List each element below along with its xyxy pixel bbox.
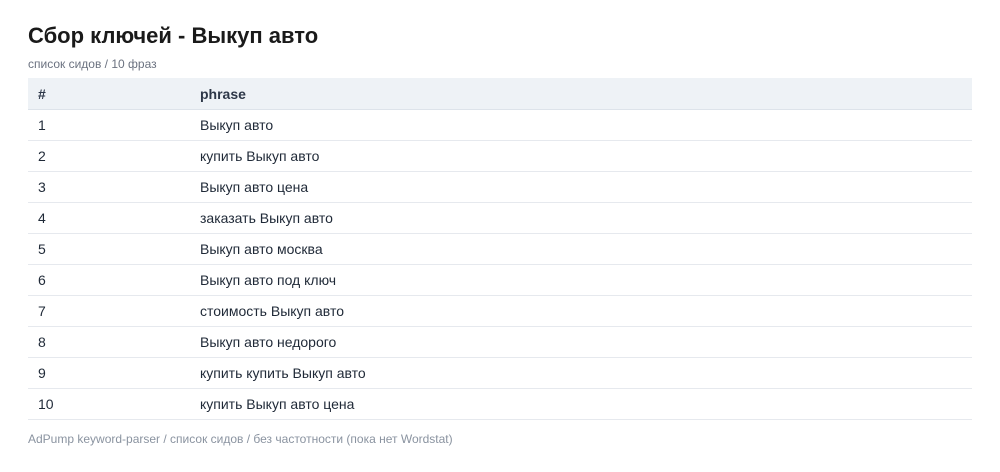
row-number: 1 bbox=[28, 109, 200, 141]
row-phrase: Выкуп авто под ключ bbox=[200, 264, 972, 296]
table-row: 5 Выкуп авто москва bbox=[28, 233, 972, 265]
row-number: 9 bbox=[28, 357, 200, 389]
table-row: 1 Выкуп авто bbox=[28, 109, 972, 141]
page-footer: AdPump keyword-parser / список сидов / б… bbox=[28, 432, 453, 446]
row-phrase: купить Выкуп авто цена bbox=[200, 388, 972, 420]
table-row: 9 купить купить Выкуп авто bbox=[28, 357, 972, 389]
row-number: 7 bbox=[28, 295, 200, 327]
row-phrase: заказать Выкуп авто bbox=[200, 202, 972, 234]
row-phrase: Выкуп авто москва bbox=[200, 233, 972, 265]
row-phrase: Выкуп авто недорого bbox=[200, 326, 972, 358]
row-phrase: купить Выкуп авто bbox=[200, 140, 972, 172]
table-row: 6 Выкуп авто под ключ bbox=[28, 264, 972, 296]
row-number: 3 bbox=[28, 171, 200, 203]
table-row: 4 заказать Выкуп авто bbox=[28, 202, 972, 234]
page: Сбор ключей - Выкуп авто список сидов / … bbox=[0, 0, 1000, 446]
row-number: 5 bbox=[28, 233, 200, 265]
table-row: 2 купить Выкуп авто bbox=[28, 140, 972, 172]
page-subtitle: список сидов / 10 фраз bbox=[28, 57, 157, 71]
phrases-table: # phrase 1 Выкуп авто 2 купить Выкуп авт… bbox=[28, 78, 972, 420]
table-row: 7 стоимость Выкуп авто bbox=[28, 295, 972, 327]
table-header: # phrase bbox=[28, 78, 972, 110]
row-phrase: купить купить Выкуп авто bbox=[200, 357, 972, 389]
column-header-number: # bbox=[28, 78, 200, 110]
row-number: 8 bbox=[28, 326, 200, 358]
table-row: 8 Выкуп авто недорого bbox=[28, 326, 972, 358]
table-row: 3 Выкуп авто цена bbox=[28, 171, 972, 203]
row-phrase: Выкуп авто цена bbox=[200, 171, 972, 203]
table-row: 10 купить Выкуп авто цена bbox=[28, 388, 972, 420]
row-number: 2 bbox=[28, 140, 200, 172]
row-number: 4 bbox=[28, 202, 200, 234]
row-number: 10 bbox=[28, 388, 200, 420]
row-phrase: Выкуп авто bbox=[200, 109, 972, 141]
table-header-row: # phrase bbox=[28, 78, 972, 110]
page-title: Сбор ключей - Выкуп авто bbox=[28, 23, 319, 48]
column-header-phrase: phrase bbox=[200, 78, 972, 110]
row-phrase: стоимость Выкуп авто bbox=[200, 295, 972, 327]
row-number: 6 bbox=[28, 264, 200, 296]
